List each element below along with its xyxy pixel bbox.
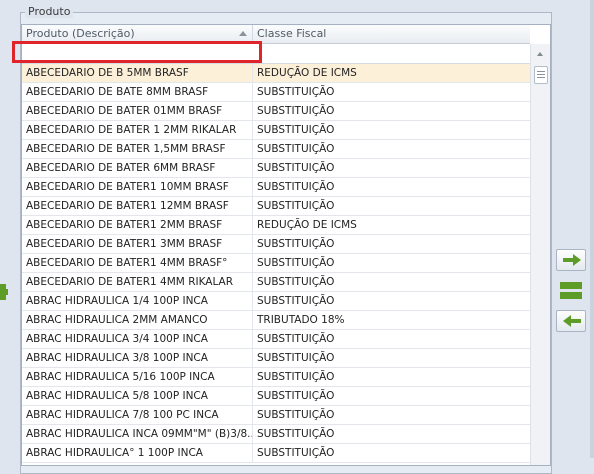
grid-header: Produto (Descrição) Classe Fiscal (22, 25, 530, 44)
table-row[interactable]: ABRAC HIDRAULICA° 1 100P INCA SUBSTITUIÇÃ… (22, 444, 530, 463)
cell-classe-fiscal: SUBSTITUIÇÃO (257, 390, 335, 402)
column-header-classe-fiscal[interactable]: Classe Fiscal (253, 25, 530, 43)
grip-line (537, 77, 545, 78)
cell-produto: ABECEDARIO DE BATER 1,5MM BRASF (22, 140, 253, 158)
column-header-label: Produto (Descrição) (26, 27, 135, 40)
table-row[interactable]: ABECEDARIO DE B 5MM BRASF REDUÇÃO DE ICMS (22, 64, 530, 83)
table-row[interactable]: ABRAC HIDRAULICA 5/16 100P INCA SUBSTITUI… (22, 368, 530, 387)
grip-line (537, 74, 545, 75)
filter-input-produto[interactable] (25, 46, 255, 61)
table-row[interactable]: ABECEDARIO DE BATER 1,5MM BRASF SUBSTITUI… (22, 140, 530, 159)
cell-classe-fiscal: SUBSTITUIÇÃO (257, 447, 335, 459)
scroll-up-icon[interactable] (537, 52, 543, 56)
move-right-button[interactable] (556, 249, 586, 271)
product-grid: Produto (Descrição) Classe Fiscal ABECED… (21, 24, 551, 466)
table-row[interactable]: ABECEDARIO DE BATE 8MM BRASF SUBSTITUIÇÃO (22, 83, 530, 102)
window-edge (590, 0, 594, 458)
cell-classe-fiscal: SUBSTITUIÇÃO (257, 276, 335, 288)
table-row[interactable]: ABECEDARIO DE BATER1 2MM BRASF REDUÇÃO DE… (22, 216, 530, 235)
cell-produto: ABRAC HIDRAULICA INCA 09MM"M" (B)3/8... (22, 425, 253, 443)
cell-classe-fiscal: SUBSTITUIÇÃO (257, 371, 335, 383)
cell-produto: ABECEDARIO DE BATER1 2MM BRASF (22, 216, 253, 234)
cell-classe-fiscal: SUBSTITUIÇÃO (257, 333, 335, 345)
cell-produto: ABRAC HIDRAULICA 3/8 100P INCA (22, 349, 253, 367)
table-row[interactable]: ABRAC HIDRAULICA 5/8 100P INCA SUBSTITUIÇ… (22, 387, 530, 406)
cell-classe-fiscal: SUBSTITUIÇÃO (257, 124, 335, 136)
arrow-left-icon (563, 315, 581, 327)
column-header-produto[interactable]: Produto (Descrição) (22, 25, 253, 43)
cell-produto: ABECEDARIO DE BATER1 3MM BRASF (22, 235, 253, 253)
table-row[interactable]: ABECEDARIO DE BATER 01MM BRASF SUBSTITUIÇ… (22, 102, 530, 121)
table-row[interactable]: ABECEDARIO DE BATER1 12MM BRASF SUBSTITUI… (22, 197, 530, 216)
equals-bar (560, 282, 582, 289)
table-row[interactable]: ABECEDARIO DE BATER1 4MM BRASF° SUBSTITUI… (22, 254, 530, 273)
cell-classe-fiscal: TRIBUTADO 18% (257, 314, 345, 326)
cell-classe-fiscal: SUBSTITUIÇÃO (257, 162, 335, 174)
table-row[interactable]: ABRAC HIDRAULICA 3/4 100P INCA SUBSTITUIÇ… (22, 330, 530, 349)
cell-produto: ABECEDARIO DE BATER 01MM BRASF (22, 102, 253, 120)
table-row[interactable]: ABECEDARIO DE BATER 6MM BRASF SUBSTITUIÇÃ… (22, 159, 530, 178)
cell-produto: ABRAC HIDRAULICA 3/4 100P INCA (22, 330, 253, 348)
cell-classe-fiscal: SUBSTITUIÇÃO (257, 295, 335, 307)
cell-classe-fiscal: SUBSTITUIÇÃO (257, 409, 335, 421)
cell-classe-fiscal: SUBSTITUIÇÃO (257, 200, 335, 212)
table-row[interactable]: ABRAC HIDRAULICA 2MM AMANCO TRIBUTADO 18% (22, 311, 530, 330)
cell-produto: ABRAC HIDRAULICA 2MM AMANCO (22, 311, 253, 329)
cell-classe-fiscal: SUBSTITUIÇÃO (257, 143, 335, 155)
group-title: Produto (25, 5, 74, 18)
cell-classe-fiscal: SUBSTITUIÇÃO (257, 257, 335, 269)
table-row[interactable]: ABECEDARIO DE BATER1 4MM RIKALAR SUBSTITU… (22, 273, 530, 292)
cell-classe-fiscal: SUBSTITUIÇÃO (257, 181, 335, 193)
arrow-right-icon (563, 254, 581, 266)
cell-produto: ABECEDARIO DE B 5MM BRASF (22, 64, 253, 82)
table-row[interactable]: ABECEDARIO DE BATER 1 2MM RIKALAR SUBSTIT… (22, 121, 530, 140)
vertical-scrollbar[interactable] (530, 44, 550, 465)
cell-classe-fiscal: REDUÇÃO DE ICMS (257, 219, 357, 231)
cell-produto: ABRAC HIDRAULICA 5/16 100P INCA (22, 368, 253, 386)
grid-rows: ABECEDARIO DE B 5MM BRASF REDUÇÃO DE ICMS… (22, 64, 530, 463)
cell-produto: ABECEDARIO DE BATER1 4MM RIKALAR (22, 273, 253, 291)
table-row[interactable]: ABRAC HIDRAULICA 1/4 100P INCA SUBSTITUIÇ… (22, 292, 530, 311)
grip-line (537, 71, 545, 72)
cell-classe-fiscal: SUBSTITUIÇÃO (257, 352, 335, 364)
cell-produto: ABECEDARIO DE BATER1 10MM BRASF (22, 178, 253, 196)
move-left-button[interactable] (556, 310, 586, 332)
table-row[interactable]: ABRAC HIDRAULICA 7/8 100 PC INCA SUBSTITU… (22, 406, 530, 425)
cell-produto: ABECEDARIO DE BATER 1 2MM RIKALAR (22, 121, 253, 139)
equals-icon[interactable] (560, 282, 582, 300)
column-header-label: Classe Fiscal (257, 27, 327, 40)
cell-produto: ABECEDARIO DE BATER 6MM BRASF (22, 159, 253, 177)
cell-classe-fiscal: SUBSTITUIÇÃO (257, 86, 335, 98)
cell-produto: ABRAC HIDRAULICA 5/8 100P INCA (22, 387, 253, 405)
table-row[interactable]: ABRAC HIDRAULICA 3/8 100P INCA SUBSTITUIÇ… (22, 349, 530, 368)
table-row[interactable]: ABECEDARIO DE BATER1 3MM BRASF SUBSTITUIÇ… (22, 235, 530, 254)
cell-classe-fiscal: REDUÇÃO DE ICMS (257, 67, 357, 79)
equals-bar (560, 292, 582, 299)
cell-produto: ABRAC HIDRAULICA 1/4 100P INCA (22, 292, 253, 310)
cell-produto: ABRAC HIDRAULICA 7/8 100 PC INCA (22, 406, 253, 424)
cell-classe-fiscal: SUBSTITUIÇÃO (257, 105, 335, 117)
table-row[interactable]: ABECEDARIO DE BATER1 10MM BRASF SUBSTITUI… (22, 178, 530, 197)
sort-ascending-icon (239, 31, 247, 36)
cell-produto: ABRAC HIDRAULICA° 1 100P INCA (22, 444, 253, 462)
cell-produto: ABECEDARIO DE BATER1 12MM BRASF (22, 197, 253, 215)
cell-produto: ABECEDARIO DE BATE 8MM BRASF (22, 83, 253, 101)
table-row[interactable]: ABRAC HIDRAULICA INCA 09MM"M" (B)3/8... S… (22, 425, 530, 444)
scroll-thumb[interactable] (534, 66, 548, 84)
cell-classe-fiscal: SUBSTITUIÇÃO (257, 238, 335, 250)
cell-produto: ABECEDARIO DE BATER1 4MM BRASF° (22, 254, 253, 272)
filter-row (22, 44, 530, 64)
plus-icon[interactable] (0, 284, 8, 300)
cell-classe-fiscal: SUBSTITUIÇÃO (257, 428, 335, 440)
